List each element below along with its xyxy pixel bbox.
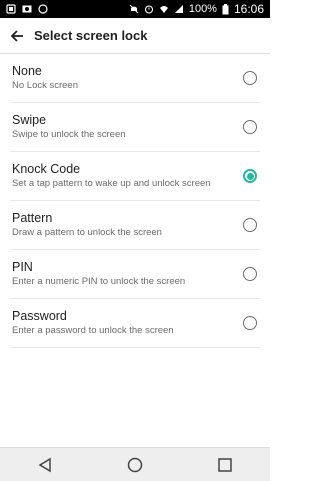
option-pin[interactable]: PIN Enter a numeric PIN to unlock the sc…: [0, 250, 270, 298]
alarm-icon: [144, 5, 153, 14]
navigation-bar: [0, 447, 270, 481]
battery-percent: 100%: [188, 3, 217, 15]
option-pattern[interactable]: Pattern Draw a pattern to unlock the scr…: [0, 201, 270, 249]
radio-dot: [246, 172, 254, 180]
clock: 16:06: [233, 2, 264, 16]
back-triangle-icon: [38, 457, 51, 472]
option-subtitle: Swipe to unlock the screen: [12, 129, 126, 140]
option-subtitle: Draw a pattern to unlock the screen: [12, 227, 162, 238]
nav-recents-button[interactable]: [205, 449, 245, 481]
radio-button-selected[interactable]: [243, 169, 257, 183]
radio-button[interactable]: [243, 316, 257, 330]
option-title: None: [12, 64, 42, 78]
chat-icon: [38, 4, 48, 14]
option-title: Password: [12, 309, 67, 323]
option-password[interactable]: Password Enter a password to unlock the …: [0, 299, 270, 347]
notification-icon: [6, 4, 16, 14]
option-subtitle: Set a tap pattern to wake up and unlock …: [12, 178, 211, 189]
radio-button[interactable]: [243, 218, 257, 232]
status-bar: 100% 16:06: [0, 0, 270, 18]
back-button[interactable]: [0, 18, 34, 53]
status-right: 100% 16:06: [129, 2, 270, 16]
battery-icon: [222, 3, 229, 14]
divider: [10, 347, 260, 348]
option-subtitle: Enter a numeric PIN to unlock the screen: [12, 276, 186, 287]
option-subtitle: Enter a password to unlock the screen: [12, 325, 174, 336]
option-subtitle: No Lock screen: [12, 80, 79, 91]
mute-icon: [129, 4, 139, 14]
option-title: Knock Code: [12, 162, 81, 176]
option-none[interactable]: None No Lock screen: [0, 54, 270, 102]
option-title: Pattern: [12, 211, 53, 225]
home-circle-icon: [127, 457, 143, 472]
recents-square-icon: [218, 457, 232, 472]
nav-home-button[interactable]: [115, 449, 155, 481]
page-title: Select screen lock: [34, 28, 148, 43]
wifi-icon: [159, 6, 168, 13]
radio-button[interactable]: [243, 120, 257, 134]
nav-back-button[interactable]: [25, 449, 65, 481]
option-knock-code[interactable]: Knock Code Set a tap pattern to wake up …: [0, 152, 270, 200]
arrow-left-icon: [10, 29, 23, 42]
option-title: Swipe: [12, 113, 47, 127]
option-title: PIN: [12, 260, 33, 274]
radio-button[interactable]: [243, 267, 257, 281]
signal-icon: [174, 5, 183, 13]
radio-button[interactable]: [243, 71, 257, 85]
option-swipe[interactable]: Swipe Swipe to unlock the screen: [0, 103, 270, 151]
screen-lock-options: None No Lock screen Swipe Swipe to unloc…: [0, 54, 270, 348]
photo-icon: [22, 5, 32, 13]
app-bar: Select screen lock: [0, 18, 270, 54]
status-left-icons: [0, 4, 48, 14]
